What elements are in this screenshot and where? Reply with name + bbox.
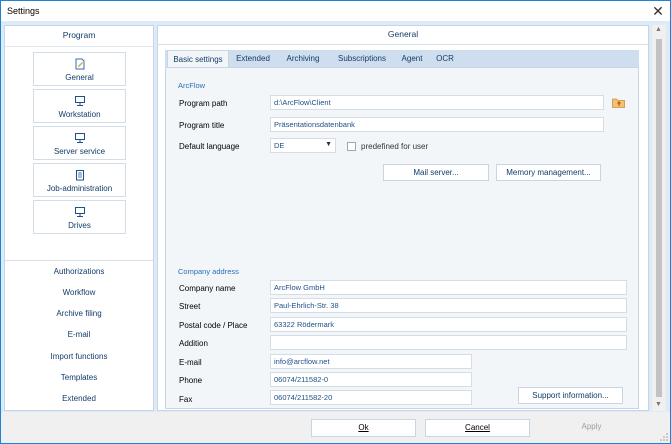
nav-link-import-functions[interactable]: Import functions bbox=[5, 352, 153, 361]
apply-button[interactable]: Apply bbox=[539, 419, 644, 437]
content-divider bbox=[158, 44, 648, 45]
nav-link-email[interactable]: E-mail bbox=[5, 330, 153, 339]
email-input[interactable]: info@arcflow.net bbox=[270, 354, 472, 369]
nav-button-server-service[interactable]: Server service bbox=[33, 126, 126, 160]
nav-button-label: Drives bbox=[68, 221, 91, 230]
phone-label: Phone bbox=[179, 376, 203, 385]
scroll-down-icon[interactable]: ▼ bbox=[655, 401, 662, 408]
nav-button-label: Job-administration bbox=[46, 184, 113, 193]
content-header: General bbox=[387, 29, 419, 39]
sidebar: Program General Workstation Server servi… bbox=[4, 25, 154, 411]
sidebar-links: Authorizations Workflow Archive filing E… bbox=[5, 260, 153, 410]
tab-agent[interactable]: Agent bbox=[395, 50, 429, 67]
scrollbar[interactable]: ▲ ▼ bbox=[652, 25, 666, 411]
predefined-label: predefined for user bbox=[361, 142, 429, 151]
program-title-label: Program title bbox=[179, 121, 225, 130]
tab-extended[interactable]: Extended bbox=[231, 50, 275, 67]
folder-icon[interactable] bbox=[611, 95, 626, 110]
tab-ocr[interactable]: OCR bbox=[431, 50, 459, 67]
addition-label: Addition bbox=[179, 339, 208, 348]
street-input[interactable]: Paul-Ehrlich-Str. 38 bbox=[270, 298, 627, 313]
section-arcflow: ArcFlow bbox=[178, 81, 206, 90]
nav-button-general[interactable]: General bbox=[33, 52, 126, 86]
sidebar-header: Program bbox=[62, 30, 96, 40]
document-edit-icon bbox=[75, 58, 84, 70]
default-language-value: DE bbox=[274, 141, 285, 150]
default-language-label: Default language bbox=[179, 142, 240, 151]
nav-button-workstation[interactable]: Workstation bbox=[33, 89, 126, 123]
nav-link-workflow[interactable]: Workflow bbox=[5, 288, 153, 297]
section-company-address: Company address bbox=[178, 267, 239, 276]
postal-code-label: Postal code / Place bbox=[179, 321, 248, 330]
program-path-input[interactable]: d:\ArcFlow\Client bbox=[270, 95, 604, 110]
nav-link-archive-filing[interactable]: Archive filing bbox=[5, 309, 153, 318]
scrollbar-thumb[interactable] bbox=[656, 39, 662, 397]
sidebar-divider bbox=[5, 46, 153, 47]
ok-button-label: Ok bbox=[358, 423, 369, 432]
mail-server-button[interactable]: Mail server... bbox=[383, 164, 489, 181]
drive-icon bbox=[74, 207, 85, 217]
nav-link-authorizations[interactable]: Authorizations bbox=[5, 267, 153, 276]
content-pane: General Basic settings Extended Archivin… bbox=[157, 25, 649, 411]
nav-link-templates[interactable]: Templates bbox=[5, 373, 153, 382]
fax-label: Fax bbox=[179, 395, 193, 404]
street-label: Street bbox=[179, 302, 201, 311]
tab-basic-settings[interactable]: Basic settings bbox=[167, 50, 229, 67]
nav-button-job-administration[interactable]: Job-administration bbox=[33, 163, 126, 197]
ok-button[interactable]: Ok bbox=[311, 419, 416, 437]
default-language-select[interactable]: DE ▼ bbox=[270, 138, 336, 153]
nav-link-extended[interactable]: Extended bbox=[5, 394, 153, 403]
company-name-input[interactable]: ArcFlow GmbH bbox=[270, 280, 627, 295]
title-bar: Settings ✕ bbox=[1, 1, 670, 21]
email-label: E-mail bbox=[179, 358, 202, 367]
clipboard-icon bbox=[75, 170, 84, 181]
nav-button-label: Workstation bbox=[58, 110, 101, 119]
nav-button-label: Server service bbox=[53, 147, 106, 156]
fax-input[interactable]: 06074/211582-20 bbox=[270, 390, 472, 405]
company-name-label: Company name bbox=[179, 284, 236, 293]
scroll-up-icon[interactable]: ▲ bbox=[655, 26, 662, 33]
nav-button-drives[interactable]: Drives bbox=[33, 200, 126, 234]
nav-button-label: General bbox=[65, 73, 94, 82]
server-icon bbox=[74, 133, 85, 143]
chevron-down-icon[interactable]: ▼ bbox=[325, 141, 332, 148]
memory-management-button[interactable]: Memory management... bbox=[496, 164, 601, 181]
support-information-button[interactable]: Support information... bbox=[518, 387, 623, 404]
dialog-footer: Ok Cancel Apply bbox=[1, 412, 670, 443]
resize-grip-icon[interactable] bbox=[659, 432, 669, 442]
tab-archiving[interactable]: Archiving bbox=[277, 50, 329, 67]
addition-input[interactable] bbox=[270, 335, 627, 350]
phone-input[interactable]: 06074/211582-0 bbox=[270, 372, 472, 387]
postal-code-input[interactable]: 63322 Rödermark bbox=[270, 317, 627, 332]
cancel-button-label: Cancel bbox=[465, 423, 490, 432]
window-title: Settings bbox=[7, 6, 40, 16]
predefined-checkbox[interactable] bbox=[347, 142, 356, 151]
tab-subscriptions[interactable]: Subscriptions bbox=[331, 50, 393, 67]
basic-settings-panel: ArcFlow Program path d:\ArcFlow\Client P… bbox=[165, 67, 639, 409]
close-icon[interactable]: ✕ bbox=[646, 2, 670, 21]
program-path-label: Program path bbox=[179, 99, 228, 108]
tab-bar: Basic settings Extended Archiving Subscr… bbox=[165, 50, 639, 67]
program-title-input[interactable]: Präsentationsdatenbank bbox=[270, 117, 604, 132]
computer-icon bbox=[74, 96, 85, 106]
cancel-button[interactable]: Cancel bbox=[425, 419, 530, 437]
